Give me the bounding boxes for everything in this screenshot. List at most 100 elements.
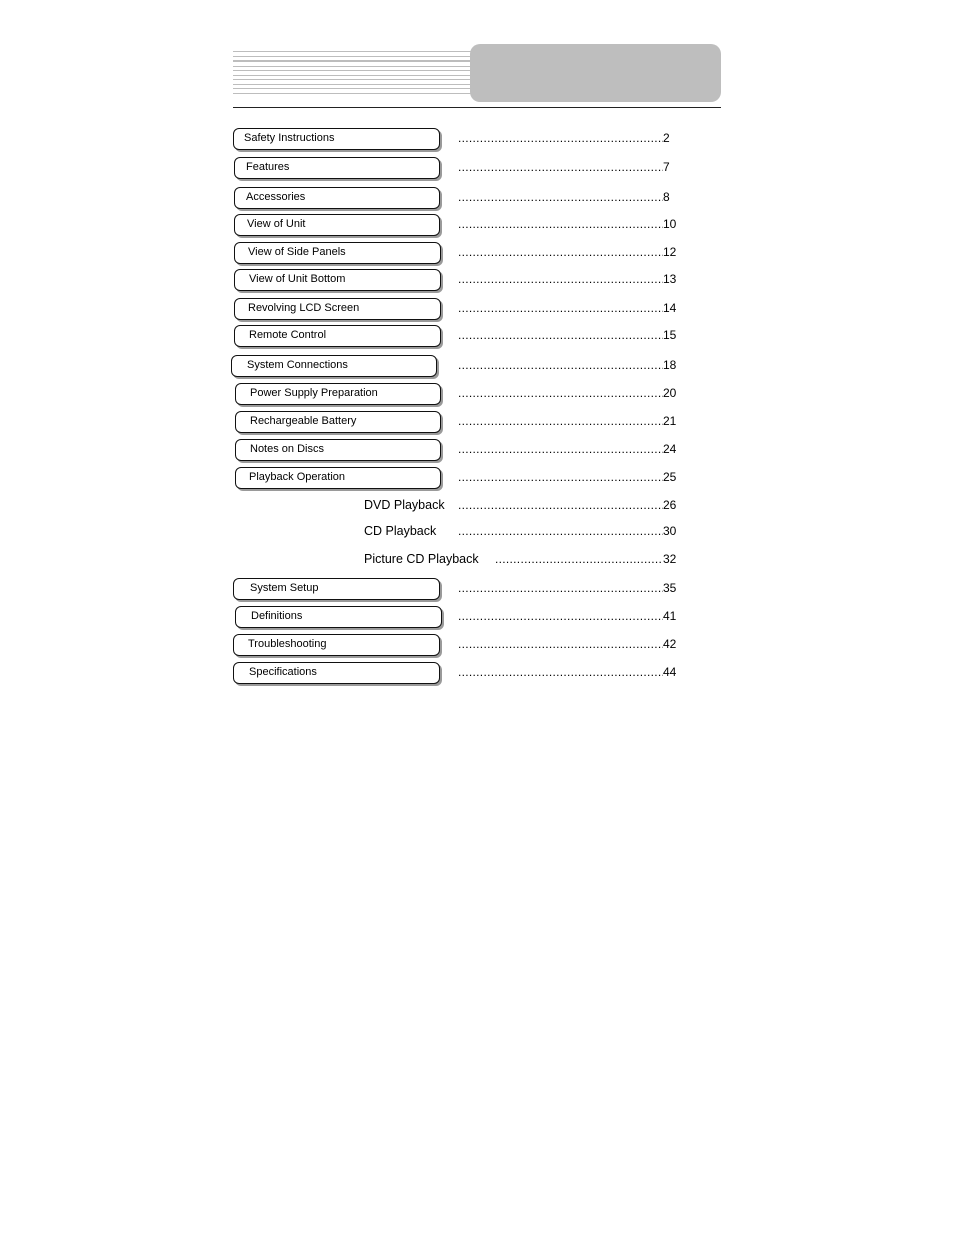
page-number: 18: [663, 358, 677, 372]
leader-dots: ........................................…: [458, 190, 663, 204]
leader-dots: ........................................…: [458, 160, 663, 174]
toc-page-reference[interactable]: ........................................…: [458, 442, 680, 456]
toc-page-reference[interactable]: ........................................…: [458, 272, 680, 286]
toc-entry-box[interactable]: Playback Operation: [235, 467, 441, 489]
toc-subentry-label[interactable]: Picture CD Playback: [364, 552, 479, 566]
toc-page-reference[interactable]: ........................................…: [458, 386, 680, 400]
toc-entry-label: Notes on Discs: [250, 443, 324, 455]
leader-dots: ........................................…: [458, 581, 663, 595]
leader-dots: ........................................…: [458, 442, 663, 456]
leader-dots: ........................................…: [458, 217, 663, 231]
toc-subentry-label[interactable]: DVD Playback: [364, 498, 445, 512]
toc-entry-label: Revolving LCD Screen: [248, 302, 360, 314]
page-number: 8: [663, 190, 670, 204]
leader-dots: ........................................…: [458, 665, 663, 679]
toc-entry-label: Remote Control: [249, 329, 327, 341]
header-divider: [233, 107, 721, 108]
toc-entry-label: Accessories: [246, 191, 306, 203]
toc-page-reference[interactable]: ........................................…: [458, 301, 680, 315]
leader-dots: ........................................…: [458, 386, 663, 400]
toc-page-reference[interactable]: ........................................…: [458, 470, 680, 484]
toc-entry-box[interactable]: Specifications: [233, 662, 440, 684]
leader-dots: ........................................…: [458, 470, 663, 484]
page-number: 24: [663, 442, 677, 456]
leader-dots: ........................................…: [458, 414, 663, 428]
toc-entry-label: Power Supply Preparation: [250, 387, 378, 399]
toc-page-reference[interactable]: ........................................…: [458, 665, 680, 679]
leader-dots: ........................................…: [458, 328, 663, 342]
toc-entry-box[interactable]: Definitions: [235, 606, 442, 628]
page-number: 14: [663, 301, 677, 315]
leader-dots: ........................................…: [458, 524, 663, 538]
page-number: 44: [663, 665, 677, 679]
toc-page-reference[interactable]: ........................................…: [458, 190, 680, 204]
toc-entry-box[interactable]: Power Supply Preparation: [235, 383, 441, 405]
leader-dots: ........................................…: [458, 637, 663, 651]
page-number: 10: [663, 217, 677, 231]
toc-page-reference[interactable]: ........................................…: [458, 414, 680, 428]
toc-subentry-label[interactable]: CD Playback: [364, 524, 436, 538]
toc-page-reference[interactable]: ........................................…: [458, 609, 680, 623]
toc-page-reference[interactable]: ........................................…: [458, 581, 680, 595]
toc-entry-box[interactable]: System Connections: [231, 355, 437, 377]
leader-dots: ........................................…: [458, 358, 663, 372]
toc-page-reference[interactable]: ........................................…: [458, 217, 680, 231]
toc-entry-box[interactable]: View of Side Panels: [234, 242, 441, 264]
toc-entry-box[interactable]: Safety Instructions: [233, 128, 440, 150]
header-stripes: [233, 51, 471, 95]
toc-entry-label: Rechargeable Battery: [250, 415, 357, 427]
leader-dots: ........................................…: [458, 301, 663, 315]
page-number: 7: [663, 160, 670, 174]
toc-page-reference[interactable]: ........................................…: [495, 552, 676, 566]
page-number: 41: [663, 609, 677, 623]
page-number: 30: [663, 524, 677, 538]
toc-entry-box[interactable]: Remote Control: [234, 325, 441, 347]
toc-page-reference[interactable]: ........................................…: [458, 160, 680, 174]
toc-entry-box[interactable]: Features: [234, 157, 440, 179]
leader-dots: ........................................…: [458, 131, 663, 145]
toc-entry-box[interactable]: View of Unit Bottom: [234, 269, 441, 291]
toc-entry-label: System Setup: [250, 582, 319, 594]
page-number: 13: [663, 272, 677, 286]
page-number: 25: [663, 470, 677, 484]
toc-entry-label: View of Unit: [247, 218, 306, 230]
toc-entry-box[interactable]: Troubleshooting: [233, 634, 440, 656]
leader-dots: ........................................…: [458, 609, 663, 623]
toc-entry-label: Safety Instructions: [244, 132, 335, 144]
toc-entry-box[interactable]: Rechargeable Battery: [235, 411, 441, 433]
page-number: 15: [663, 328, 677, 342]
page-number: 35: [663, 581, 677, 595]
toc-entry-label: View of Side Panels: [248, 246, 346, 258]
page-number: 21: [663, 414, 677, 428]
toc-entry-label: Definitions: [251, 610, 303, 622]
toc-page-reference[interactable]: ........................................…: [458, 328, 680, 342]
leader-dots: ........................................…: [458, 245, 663, 259]
toc-entry-box[interactable]: View of Unit: [234, 214, 440, 236]
toc-entry-label: Playback Operation: [249, 471, 345, 483]
toc-entry-label: Features: [246, 161, 290, 173]
page-number: 2: [663, 131, 670, 145]
page-number: 20: [663, 386, 677, 400]
toc-page-reference[interactable]: ........................................…: [458, 637, 680, 651]
toc-entry-label: System Connections: [247, 359, 348, 371]
toc-entry-label: Troubleshooting: [248, 638, 327, 650]
toc-entry-box[interactable]: Accessories: [234, 187, 440, 209]
toc-entry-box[interactable]: Revolving LCD Screen: [234, 298, 441, 320]
page-number: 32: [663, 552, 677, 566]
toc-entry-box[interactable]: System Setup: [233, 578, 440, 600]
toc-entry-label: View of Unit Bottom: [249, 273, 346, 285]
leader-dots: ........................................…: [458, 272, 663, 286]
toc-page-reference[interactable]: ........................................…: [458, 358, 680, 372]
toc-entry-label: Specifications: [249, 666, 317, 678]
page-number: 42: [663, 637, 677, 651]
leader-dots: ........................................…: [458, 498, 663, 512]
leader-dots: ........................................…: [495, 552, 663, 566]
page-number: 12: [663, 245, 677, 259]
page-number: 26: [663, 498, 677, 512]
toc-page-reference[interactable]: ........................................…: [458, 245, 680, 259]
toc-page-reference[interactable]: ........................................…: [458, 498, 676, 512]
header-title-box: [470, 44, 721, 102]
toc-page-reference[interactable]: ........................................…: [458, 524, 676, 538]
toc-entry-box[interactable]: Notes on Discs: [235, 439, 441, 461]
toc-page-reference[interactable]: ........................................…: [458, 131, 680, 145]
